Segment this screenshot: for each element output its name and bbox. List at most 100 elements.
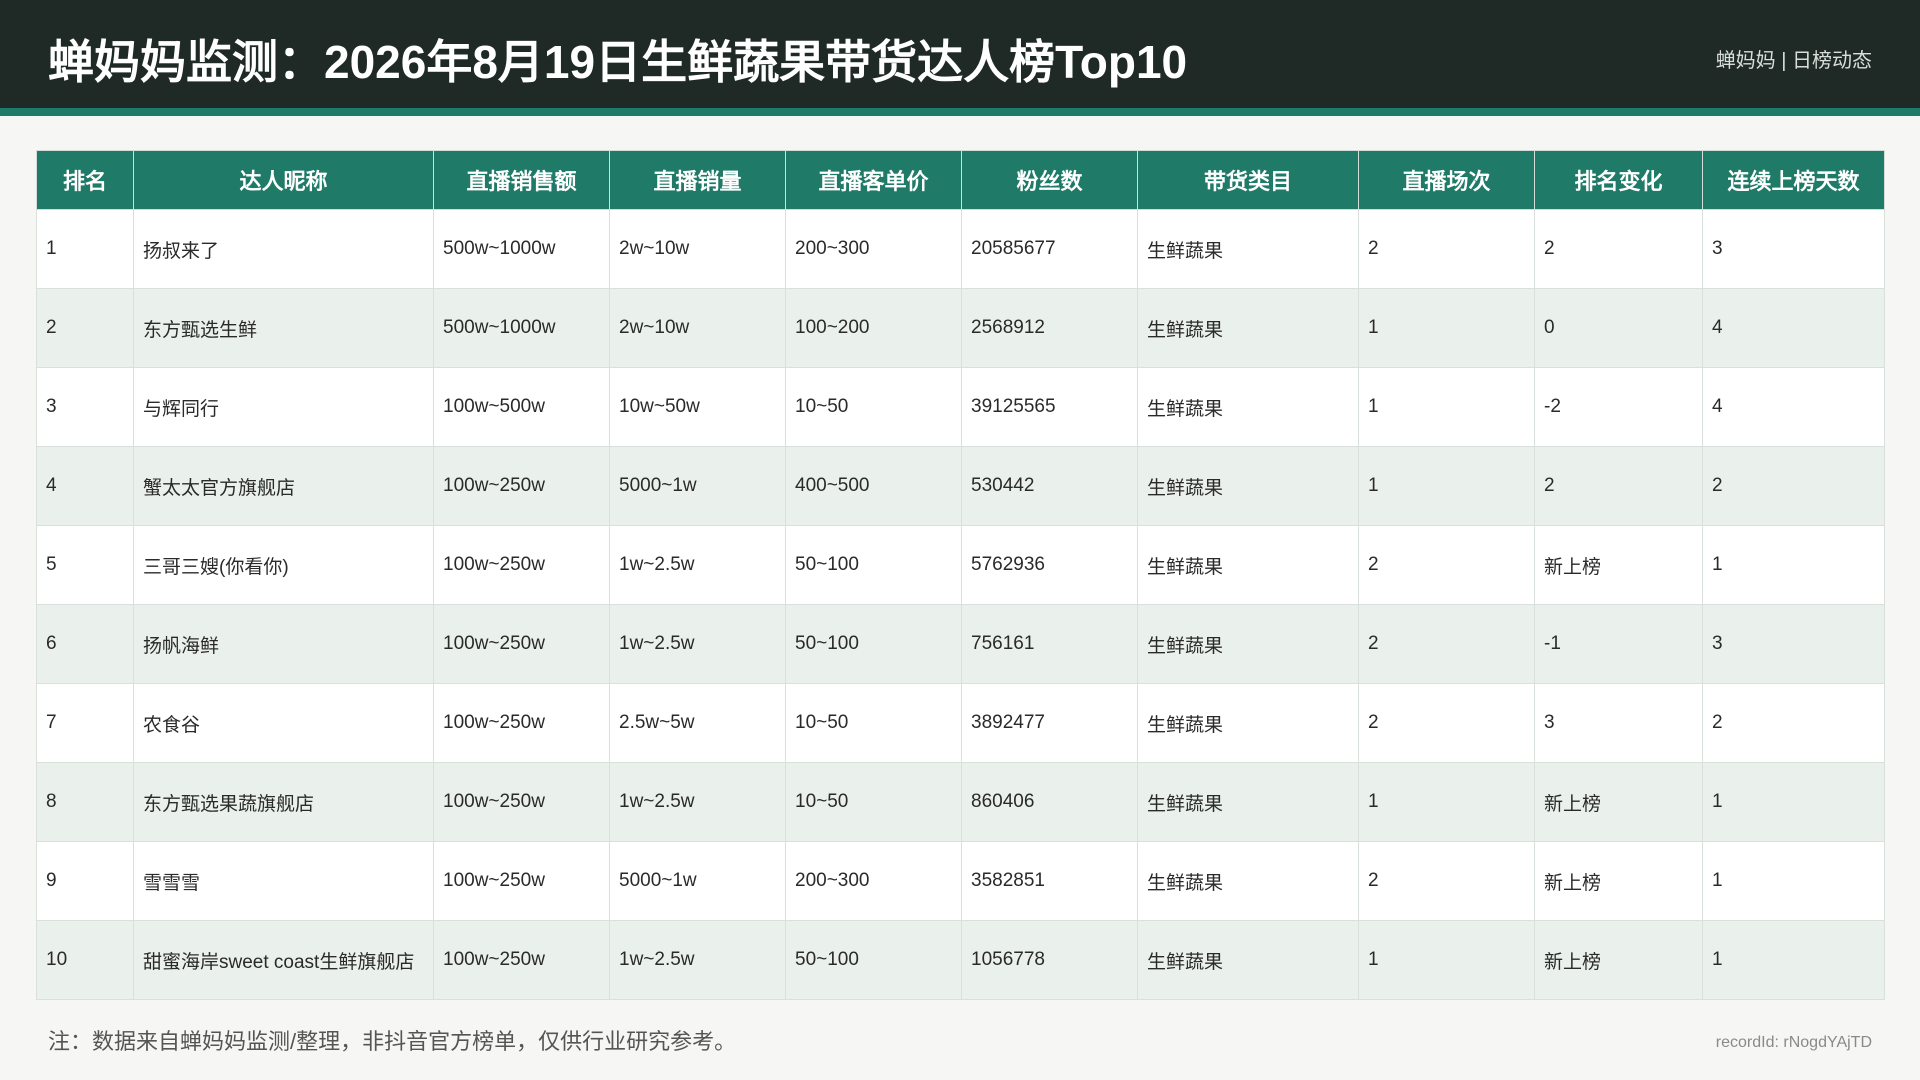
sessions-cell: 2 <box>1358 525 1535 605</box>
record-id: recordId: rNogdYAjTD <box>1715 1034 1872 1051</box>
nickname-cell: 三哥三嫂(你看你) <box>133 525 434 605</box>
streak-days-cell: 4 <box>1702 288 1885 368</box>
unit-price-cell: 200~300 <box>785 209 962 289</box>
followers-cell: 530442 <box>961 446 1138 526</box>
category-cell: 生鲜蔬果 <box>1137 525 1359 605</box>
rank-change-cell: 3 <box>1534 683 1703 763</box>
live-volume-cell: 2w~10w <box>609 209 786 289</box>
followers-cell: 39125565 <box>961 367 1138 447</box>
streak-days-cell: 3 <box>1702 209 1885 289</box>
followers-cell: 3892477 <box>961 683 1138 763</box>
live-volume-cell: 1w~2.5w <box>609 604 786 684</box>
nickname-cell: 扬叔来了 <box>133 209 434 289</box>
live-sales-cell: 100w~250w <box>433 604 610 684</box>
category-cell: 生鲜蔬果 <box>1137 841 1359 921</box>
unit-price-cell: 50~100 <box>785 920 962 1000</box>
sessions-cell: 2 <box>1358 841 1535 921</box>
column-header-unit-price[interactable]: 直播客单价 <box>785 150 962 210</box>
rank-change-cell: 2 <box>1534 446 1703 526</box>
page: 蝉妈妈监测：2026年8月19日生鲜蔬果带货达人榜Top10 蝉妈妈 | 日榜动… <box>0 0 1920 1080</box>
category-cell: 生鲜蔬果 <box>1137 367 1359 447</box>
nickname-cell: 农食谷 <box>133 683 434 763</box>
ranking-table-container: 排名 达人昵称 直播销售额 直播销量 直播客单价 粉丝数 带货类目 直播场次 排… <box>36 150 1885 1000</box>
table-body: 1 扬叔来了 500w~1000w 2w~10w 200~300 20585677 生鲜蔬果… <box>36 209 1885 1000</box>
category-cell: 生鲜蔬果 <box>1137 762 1359 842</box>
column-header-followers[interactable]: 粉丝数 <box>961 150 1138 210</box>
table-header-row: 排名 达人昵称 直播销售额 直播销量 直播客单价 粉丝数 带货类目 直播场次 排… <box>36 150 1885 210</box>
nickname-cell: 雪雪雪 <box>133 841 434 921</box>
streak-days-cell: 4 <box>1702 367 1885 447</box>
category-cell: 生鲜蔬果 <box>1137 920 1359 1000</box>
followers-cell: 3582851 <box>961 841 1138 921</box>
streak-days-cell: 1 <box>1702 762 1885 842</box>
live-volume-cell: 10w~50w <box>609 367 786 447</box>
table-row[interactable]: 7 农食谷 100w~250w 2.5w~5w 10~50 3892477 生鲜蔬果 2 3 2 <box>36 683 1885 763</box>
live-sales-cell: 500w~1000w <box>433 209 610 289</box>
column-header-category[interactable]: 带货类目 <box>1137 150 1359 210</box>
nickname-cell: 东方甄选生鲜 <box>133 288 434 368</box>
rank-change-cell: -1 <box>1534 604 1703 684</box>
sessions-cell: 1 <box>1358 446 1535 526</box>
brand-label: 蝉妈妈 | 日榜动态 <box>1715 50 1872 72</box>
rank-cell: 10 <box>36 920 134 1000</box>
column-header-streak-days[interactable]: 连续上榜天数 <box>1702 150 1885 210</box>
unit-price-cell: 10~50 <box>785 367 962 447</box>
sessions-cell: 1 <box>1358 920 1535 1000</box>
followers-cell: 860406 <box>961 762 1138 842</box>
rank-cell: 2 <box>36 288 134 368</box>
nickname-cell: 与辉同行 <box>133 367 434 447</box>
rank-change-cell: 新上榜 <box>1534 920 1703 1000</box>
column-header-nickname[interactable]: 达人昵称 <box>133 150 434 210</box>
sessions-cell: 2 <box>1358 604 1535 684</box>
streak-days-cell: 3 <box>1702 604 1885 684</box>
column-header-rank-change[interactable]: 排名变化 <box>1534 150 1703 210</box>
table-row[interactable]: 3 与辉同行 100w~500w 10w~50w 10~50 39125565 生鲜蔬果 1-… <box>36 367 1885 447</box>
live-sales-cell: 100w~500w <box>433 367 610 447</box>
unit-price-cell: 100~200 <box>785 288 962 368</box>
column-header-live-volume[interactable]: 直播销量 <box>609 150 786 210</box>
rank-cell: 3 <box>36 367 134 447</box>
rank-change-cell: 2 <box>1534 209 1703 289</box>
live-sales-cell: 100w~250w <box>433 920 610 1000</box>
streak-days-cell: 1 <box>1702 841 1885 921</box>
rank-change-cell: 0 <box>1534 288 1703 368</box>
table-row[interactable]: 6 扬帆海鲜 100w~250w 1w~2.5w 50~100 756161 生鲜蔬果 2 -1… <box>36 604 1885 684</box>
unit-price-cell: 50~100 <box>785 604 962 684</box>
category-cell: 生鲜蔬果 <box>1137 683 1359 763</box>
rank-cell: 9 <box>36 841 134 921</box>
unit-price-cell: 10~50 <box>785 683 962 763</box>
live-volume-cell: 1w~2.5w <box>609 920 786 1000</box>
rank-cell: 6 <box>36 604 134 684</box>
live-volume-cell: 2.5w~5w <box>609 683 786 763</box>
unit-price-cell: 200~300 <box>785 841 962 921</box>
rank-cell: 8 <box>36 762 134 842</box>
streak-days-cell: 2 <box>1702 446 1885 526</box>
unit-price-cell: 400~500 <box>785 446 962 526</box>
rank-cell: 4 <box>36 446 134 526</box>
nickname-cell: 扬帆海鲜 <box>133 604 434 684</box>
rank-change-cell: 新上榜 <box>1534 841 1703 921</box>
live-volume-cell: 1w~2.5w <box>609 525 786 605</box>
rank-change-cell: -2 <box>1534 367 1703 447</box>
nickname-cell: 蟹太太官方旗舰店 <box>133 446 434 526</box>
nickname-cell: 甜蜜海岸sweet coast生鲜旗舰店 <box>133 920 434 1000</box>
nickname-cell: 东方甄选果蔬旗舰店 <box>133 762 434 842</box>
column-header-live-sales[interactable]: 直播销售额 <box>433 150 610 210</box>
footer-note: 注：数据来自蝉妈妈监测/整理，非抖音官方榜单，仅供行业研究参考。 <box>48 1029 737 1054</box>
table-row[interactable]: 8 东方甄选果蔬旗舰店 100w~250w 1w~2.5w 10~50 860406 生鲜蔬… <box>36 762 1885 842</box>
table-row[interactable]: 1 扬叔来了 500w~1000w 2w~10w 200~300 20585677 生鲜蔬果… <box>36 209 1885 289</box>
followers-cell: 756161 <box>961 604 1138 684</box>
column-header-rank[interactable]: 排名 <box>36 150 134 210</box>
rank-cell: 5 <box>36 525 134 605</box>
column-header-sessions[interactable]: 直播场次 <box>1358 150 1535 210</box>
table-row[interactable]: 4 蟹太太官方旗舰店 100w~250w 5000~1w 400~500 530442 生鲜… <box>36 446 1885 526</box>
followers-cell: 20585677 <box>961 209 1138 289</box>
category-cell: 生鲜蔬果 <box>1137 209 1359 289</box>
table-row[interactable]: 9 雪雪雪 100w~250w 5000~1w 200~300 3582851 生鲜蔬果 2 新… <box>36 841 1885 921</box>
category-cell: 生鲜蔬果 <box>1137 446 1359 526</box>
category-cell: 生鲜蔬果 <box>1137 288 1359 368</box>
table-row[interactable]: 5 三哥三嫂(你看你) 100w~250w 1w~2.5w 50~100 5762936 生… <box>36 525 1885 605</box>
table-row[interactable]: 2 东方甄选生鲜 500w~1000w 2w~10w 100~200 2568912 生鲜蔬… <box>36 288 1885 368</box>
table-row[interactable]: 10 甜蜜海岸sweet coast生鲜旗舰店 100w~250w 1w~2.5w 50… <box>36 920 1885 1000</box>
live-sales-cell: 100w~250w <box>433 683 610 763</box>
